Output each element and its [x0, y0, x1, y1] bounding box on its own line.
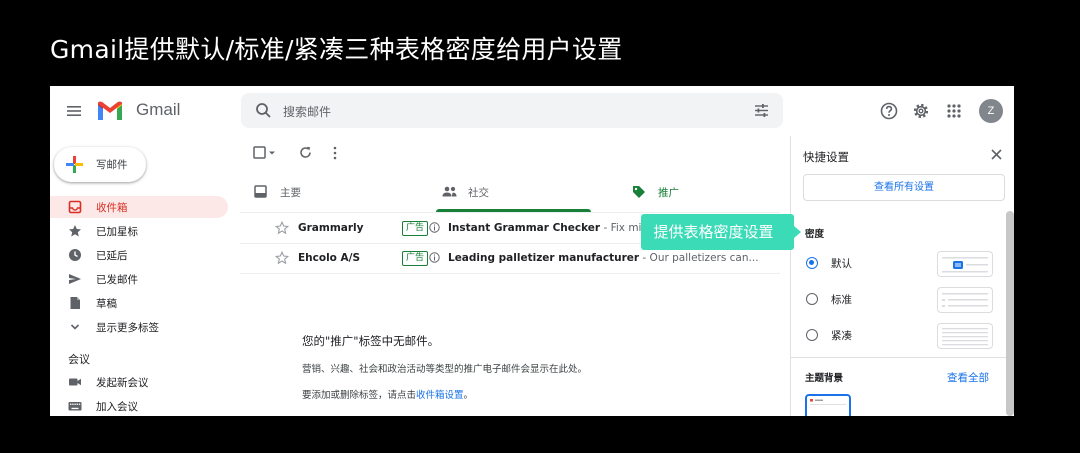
sidebar-item-label: 草稿: [96, 298, 117, 310]
help-icon[interactable]: [879, 101, 899, 121]
hint-suffix: 。: [463, 390, 474, 401]
tune-icon[interactable]: [753, 102, 770, 119]
apps-icon[interactable]: [944, 101, 964, 121]
star-icon: [69, 225, 81, 237]
email-sender: Grammarly: [298, 222, 364, 234]
see-all-settings-button[interactable]: 查看所有设置: [803, 174, 1005, 201]
tab-label: 推广: [658, 187, 679, 199]
sidebar-item-label: 加入会议: [96, 401, 138, 413]
tab-label: 社交: [468, 187, 489, 199]
ad-badge: 广告: [402, 221, 429, 236]
avatar[interactable]: Z: [979, 99, 1003, 123]
active-tab-indicator: [436, 209, 591, 212]
tab-primary[interactable]: 主要: [240, 174, 420, 212]
send-icon: [69, 274, 81, 284]
empty-state-description: 营销、兴趣、社会和政治活动等类型的推广电子邮件会显示在此处。: [302, 364, 588, 375]
density-compact-radio[interactable]: [806, 329, 818, 341]
density-heading: 密度: [805, 229, 825, 240]
menu-icon[interactable]: [66, 103, 82, 119]
inbox-icon: [68, 200, 82, 214]
tag-icon: [633, 186, 645, 198]
keyboard-icon: [68, 402, 82, 411]
draft-icon: [70, 297, 80, 309]
gmail-window: Gmail 搜索邮件 Z 写邮件 收件箱 已加星标 已延后 已发邮件 草稿 显示…: [50, 86, 1014, 416]
email-subject: Instant Grammar Checker: [448, 222, 601, 234]
ad-badge: 广告: [402, 251, 429, 266]
star-outline-icon[interactable]: [275, 221, 289, 235]
sidebar-item-inbox[interactable]: 收件箱: [50, 196, 228, 218]
star-outline-icon[interactable]: [275, 251, 289, 265]
hint-prefix: 要添加或删除标签，请点击: [302, 390, 417, 401]
theme-preview[interactable]: [805, 394, 851, 416]
chevron-down-icon: [70, 324, 80, 330]
top-bar: Gmail 搜索邮件 Z: [50, 86, 1014, 136]
email-snippet: - Our palletizers can...: [639, 252, 759, 264]
video-icon: [69, 378, 81, 386]
sidebar-item-label: 已加星标: [96, 226, 138, 238]
callout-text: 提供表格密度设置: [653, 223, 774, 241]
sidebar-item-new-meeting[interactable]: 发起新会议: [50, 371, 228, 393]
density-option-label[interactable]: 紧凑: [831, 328, 852, 343]
sidebar-item-snoozed[interactable]: 已延后: [50, 244, 228, 266]
theme-heading: 主题背景: [805, 373, 844, 384]
tab-social[interactable]: 社交: [430, 174, 610, 212]
clock-icon: [69, 249, 81, 261]
quick-settings-panel: 快捷设置 查看所有设置 密度 默认 标准 紧凑 主题背景 查看全部: [790, 136, 1014, 416]
sidebar-item-label: 已发邮件: [96, 274, 138, 286]
compose-label: 写邮件: [96, 159, 128, 171]
people-icon: [442, 186, 457, 197]
tab-label: 主要: [280, 187, 301, 199]
sidebar-item-more[interactable]: 显示更多标签: [50, 316, 228, 338]
plus-icon: [66, 156, 83, 173]
refresh-icon[interactable]: [299, 146, 312, 159]
density-default-radio[interactable]: [806, 257, 818, 269]
sidebar-item-label: 发起新会议: [96, 377, 149, 389]
gmail-logo[interactable]: [96, 100, 124, 122]
panel-scrollbar[interactable]: [1006, 211, 1014, 416]
empty-state-title: 您的"推广"标签中无邮件。: [302, 334, 440, 348]
email-subject-line: Leading palletizer manufacturer - Our pa…: [448, 252, 778, 264]
sidebar-item-label: 收件箱: [96, 202, 128, 214]
callout-arrow: [794, 226, 801, 238]
density-callout: 提供表格密度设置: [641, 214, 801, 250]
sidebar-item-label: 已延后: [96, 250, 128, 262]
email-subject: Leading palletizer manufacturer: [448, 252, 640, 264]
density-option-label[interactable]: 默认: [831, 256, 852, 271]
search-bar[interactable]: [241, 93, 783, 130]
info-icon[interactable]: [429, 252, 440, 263]
inbox-settings-link[interactable]: 收件箱设置: [416, 390, 464, 401]
inbox-tab-icon: [254, 185, 267, 198]
density-compact-preview: [937, 323, 993, 349]
search-icon[interactable]: [255, 102, 272, 119]
more-options-icon[interactable]: [331, 146, 339, 160]
panel-divider: [791, 357, 1014, 358]
settings-icon[interactable]: [911, 101, 931, 121]
density-comfortable-preview: [937, 287, 993, 313]
tab-promotions[interactable]: 推广: [626, 174, 781, 212]
close-icon[interactable]: [990, 148, 1003, 161]
sidebar-item-label: 显示更多标签: [96, 322, 159, 334]
panel-title: 快捷设置: [803, 150, 849, 164]
empty-state-hint: 要添加或删除标签，请点击收件箱设置。: [302, 387, 473, 401]
sidebar-item-starred[interactable]: 已加星标: [50, 220, 228, 242]
info-icon[interactable]: [429, 222, 440, 233]
app-name: Gmail: [136, 100, 181, 119]
density-option-label[interactable]: 标准: [831, 292, 852, 307]
density-comfortable-radio[interactable]: [806, 293, 818, 305]
select-checkbox[interactable]: [253, 146, 277, 160]
category-tabs: 主要 社交 推广: [240, 174, 780, 213]
theme-see-all-link[interactable]: 查看全部: [947, 370, 989, 385]
meet-heading: 会议: [68, 353, 90, 366]
sidebar-item-sent[interactable]: 已发邮件: [50, 268, 228, 290]
search-input[interactable]: [281, 93, 705, 130]
density-default-preview: [937, 251, 993, 277]
sidebar-item-join-meeting[interactable]: 加入会议: [50, 395, 228, 416]
email-sender: Ehcolo A/S: [298, 252, 361, 264]
slide-title: Gmail提供默认/标准/紧凑三种表格密度给用户设置: [50, 35, 623, 64]
compose-button[interactable]: 写邮件: [54, 147, 146, 182]
sidebar-item-drafts[interactable]: 草稿: [50, 292, 228, 314]
